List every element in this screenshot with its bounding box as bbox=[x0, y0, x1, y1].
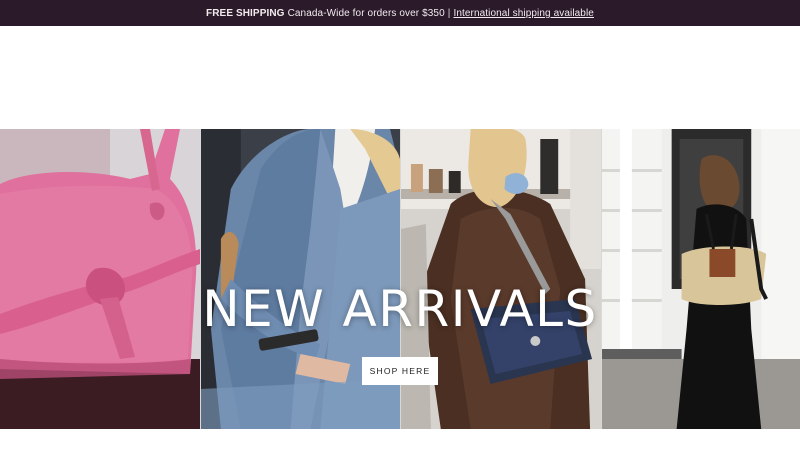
announcement-bar: FREE SHIPPING Canada-Wide for orders ove… bbox=[0, 0, 800, 26]
free-shipping-label: FREE SHIPPING bbox=[206, 7, 285, 19]
international-shipping-link[interactable]: International shipping available bbox=[453, 8, 594, 19]
hero-banner[interactable]: NEW ARRIVALS SHOP HERE bbox=[0, 129, 800, 429]
shop-here-button[interactable]: SHOP HERE bbox=[362, 357, 438, 385]
site-header bbox=[0, 26, 800, 129]
announcement-separator: | bbox=[447, 7, 451, 19]
below-hero-area bbox=[0, 429, 800, 450]
straw-tote-photo bbox=[601, 129, 800, 429]
pink-bag-photo bbox=[0, 129, 200, 429]
shipping-threshold-text: Canada-Wide for orders over $350 bbox=[287, 7, 445, 19]
